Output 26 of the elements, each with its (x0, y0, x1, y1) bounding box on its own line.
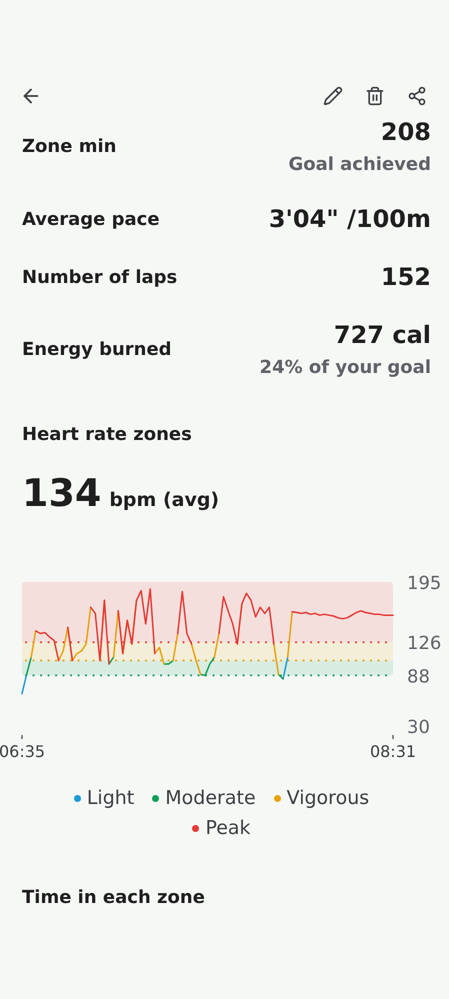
legend-item: Peak (192, 817, 251, 839)
metric-label: Number of laps (22, 266, 178, 288)
metric-note: Goal achieved (288, 154, 431, 175)
average-value: 134 (22, 471, 102, 515)
metric-value: 727 cal (334, 321, 431, 349)
axis-label: 30 (407, 717, 430, 738)
section-title: Heart rate zones (22, 424, 193, 445)
axis-label: 126 (407, 633, 442, 654)
legend-item: Vigorous (274, 787, 370, 809)
legend-item: Moderate (152, 787, 256, 809)
tick-mark (21, 735, 23, 739)
metric-label: Zone min (22, 136, 116, 157)
metric-value: 208 (380, 118, 431, 146)
tick-mark (392, 735, 394, 739)
metric-value: 3'04" /100m (268, 205, 431, 233)
metric-value: 152 (380, 263, 431, 291)
axis-label: 195 (407, 573, 442, 594)
unit-label: bpm (avg) (109, 489, 220, 511)
metric-label: Energy burned (22, 339, 172, 360)
axis-label: 06:35 (0, 742, 46, 761)
axis-label: 08:31 (370, 742, 416, 761)
section-title: Time in each zone (22, 887, 206, 908)
axis-label: 88 (407, 666, 430, 688)
legend-item: Light (74, 787, 134, 809)
metric-label: Average pace (22, 208, 160, 230)
metric-note: 24% of your goal (260, 357, 431, 378)
